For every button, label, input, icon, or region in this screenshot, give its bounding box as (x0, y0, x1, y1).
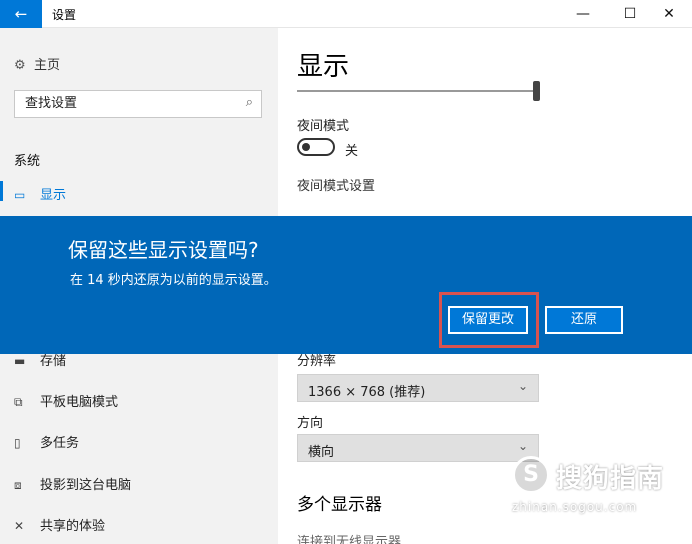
multi-display-heading: 多个显示器 (297, 495, 382, 515)
sidebar-item-label: 共享的体验 (40, 519, 106, 534)
active-indicator (0, 181, 3, 201)
sidebar-item-label: 平板电脑模式 (40, 395, 119, 410)
share-icon: ✕ (14, 519, 25, 533)
chevron-down-icon: ⌄ (517, 379, 528, 393)
orientation-dropdown[interactable]: 横向 ⌄ (297, 434, 539, 462)
sidebar-item-label: 投影到这台电脑 (40, 478, 132, 493)
page-title: 显示 (297, 52, 350, 82)
search-box[interactable]: ⌕ (14, 90, 262, 118)
keep-settings-dialog: 保留这些显示设置吗? 在 14 秒内还原为以前的显示设置。 保留更改 还原 (0, 216, 692, 354)
keep-changes-button[interactable]: 保留更改 (448, 306, 528, 334)
search-input[interactable] (25, 96, 235, 111)
night-mode-state: 关 (345, 144, 359, 159)
close-button[interactable]: ✕ (646, 0, 692, 28)
gear-icon: ⚙ (14, 58, 26, 73)
orientation-value: 横向 (308, 445, 335, 460)
sidebar-item-shared[interactable]: ✕ 共享的体验 (14, 515, 105, 534)
brightness-slider-thumb[interactable] (533, 81, 540, 101)
maximize-icon: ☐ (623, 6, 637, 22)
toggle-knob (302, 143, 310, 151)
sidebar-item-label: 显示 (40, 188, 67, 203)
storage-icon: ▬ (14, 354, 26, 368)
night-mode-label: 夜间模式 (297, 119, 350, 134)
tablet-icon: ⧉ (14, 395, 23, 409)
sidebar-item-display[interactable]: ▭ 显示 (14, 184, 66, 203)
resolution-value: 1366 × 768 (推荐) (308, 385, 426, 400)
sidebar-section-title: 系统 (14, 154, 41, 169)
sidebar-item-label: 存储 (40, 354, 67, 369)
project-icon: ⧈ (14, 478, 22, 492)
title-bar: ← 设置 — ☐ ✕ (0, 0, 692, 28)
sidebar-item-multitask[interactable]: ▯ 多任务 (14, 432, 79, 451)
close-icon: ✕ (663, 6, 675, 22)
dialog-title: 保留这些显示设置吗? (68, 238, 259, 262)
brightness-slider[interactable] (297, 90, 537, 92)
minimize-icon: — (576, 6, 590, 22)
home-label: 主页 (34, 58, 61, 73)
night-mode-toggle[interactable] (297, 138, 335, 156)
dialog-message: 在 14 秒内还原为以前的显示设置。 (70, 273, 277, 288)
sidebar-item-label: 多任务 (40, 436, 80, 451)
sidebar-item-project[interactable]: ⧈ 投影到这台电脑 (14, 474, 131, 493)
sidebar-item-tablet[interactable]: ⧉ 平板电脑模式 (14, 391, 118, 410)
search-icon[interactable]: ⌕ (246, 95, 253, 110)
revert-button[interactable]: 还原 (545, 306, 623, 334)
orientation-label: 方向 (297, 416, 324, 431)
sidebar-item-home[interactable]: ⚙ 主页 (14, 54, 60, 73)
chevron-down-icon: ⌄ (517, 439, 528, 453)
watermark: S 搜狗指南 zhinan.sogou.com (512, 456, 687, 526)
back-arrow-icon: ← (14, 5, 28, 23)
watermark-brand: 搜狗指南 (556, 464, 665, 494)
resolution-dropdown[interactable]: 1366 × 768 (推荐) ⌄ (297, 374, 539, 402)
multitask-icon: ▯ (14, 436, 21, 450)
sogou-logo-icon: S (512, 456, 550, 494)
window-title: 设置 (52, 8, 77, 22)
watermark-url: zhinan.sogou.com (512, 500, 638, 514)
monitor-icon: ▭ (14, 188, 26, 202)
minimize-button[interactable]: — (560, 0, 606, 28)
back-button[interactable]: ← (0, 0, 42, 28)
wireless-display-link[interactable]: 连接到无线显示器 (297, 531, 401, 544)
night-mode-settings-link[interactable]: 夜间模式设置 (297, 175, 375, 194)
